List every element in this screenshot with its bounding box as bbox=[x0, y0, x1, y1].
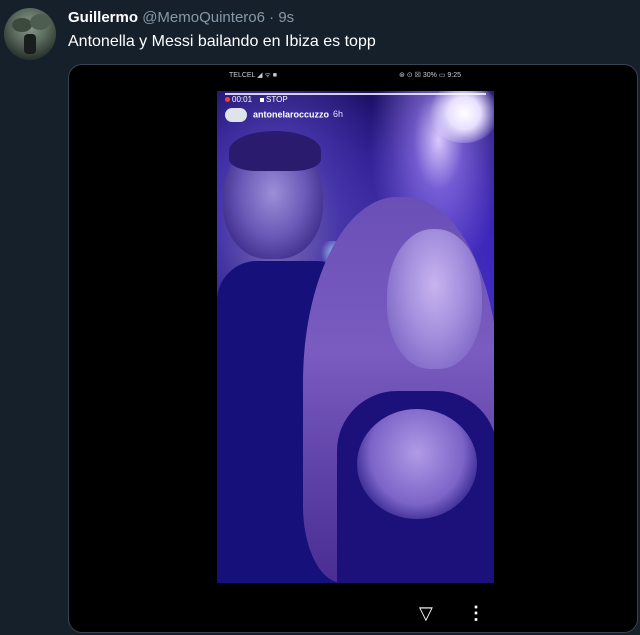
video-player[interactable]: TELCEL ◢ ᯤ ■ ⊛ ⊙ ☒ 30% ▭ 9:25 00:01 STOP … bbox=[68, 64, 638, 633]
woman-face bbox=[387, 229, 482, 369]
stop-label[interactable]: STOP bbox=[266, 95, 288, 104]
author-avatar[interactable] bbox=[4, 8, 56, 60]
story-avatar bbox=[225, 108, 247, 122]
author-handle[interactable]: @MemoQuintero6 bbox=[142, 9, 265, 26]
record-dot-icon bbox=[225, 97, 230, 103]
phone-status-bar: TELCEL ◢ ᯤ ■ ⊛ ⊙ ☒ 30% ▭ 9:25 bbox=[69, 69, 637, 83]
system-status-icons: ⊛ ⊙ ☒ 30% ▭ 9:25 bbox=[399, 72, 461, 79]
man-hair bbox=[229, 131, 321, 171]
record-time: 00:01 bbox=[232, 95, 253, 104]
story-username: antonelaroccuzzo bbox=[253, 109, 330, 120]
screen-record-indicator: 00:01 STOP bbox=[225, 95, 288, 104]
tweet-header: Guillermo @MemoQuintero6 · 9s bbox=[68, 9, 294, 26]
author-display-name[interactable]: Guillermo bbox=[68, 9, 138, 26]
send-icon[interactable]: ▽ bbox=[419, 603, 433, 624]
carrier-label: TELCEL ◢ ᯤ ■ bbox=[229, 72, 278, 79]
header-separator: · bbox=[269, 9, 275, 26]
woman-chest-light bbox=[357, 409, 477, 519]
stage-light bbox=[429, 91, 494, 143]
tweet-timestamp[interactable]: 9s bbox=[278, 9, 294, 26]
story-posted-time: 6h bbox=[333, 109, 344, 120]
story-user: antonelaroccuzzo 6h bbox=[225, 108, 343, 122]
stop-icon bbox=[260, 97, 265, 102]
tweet-text: Antonella y Messi bailando en Ibiza es t… bbox=[68, 33, 376, 50]
story-frame: 00:01 STOP antonelaroccuzzo 6h bbox=[217, 91, 494, 583]
more-vertical-icon[interactable]: ⋮ bbox=[467, 603, 485, 624]
